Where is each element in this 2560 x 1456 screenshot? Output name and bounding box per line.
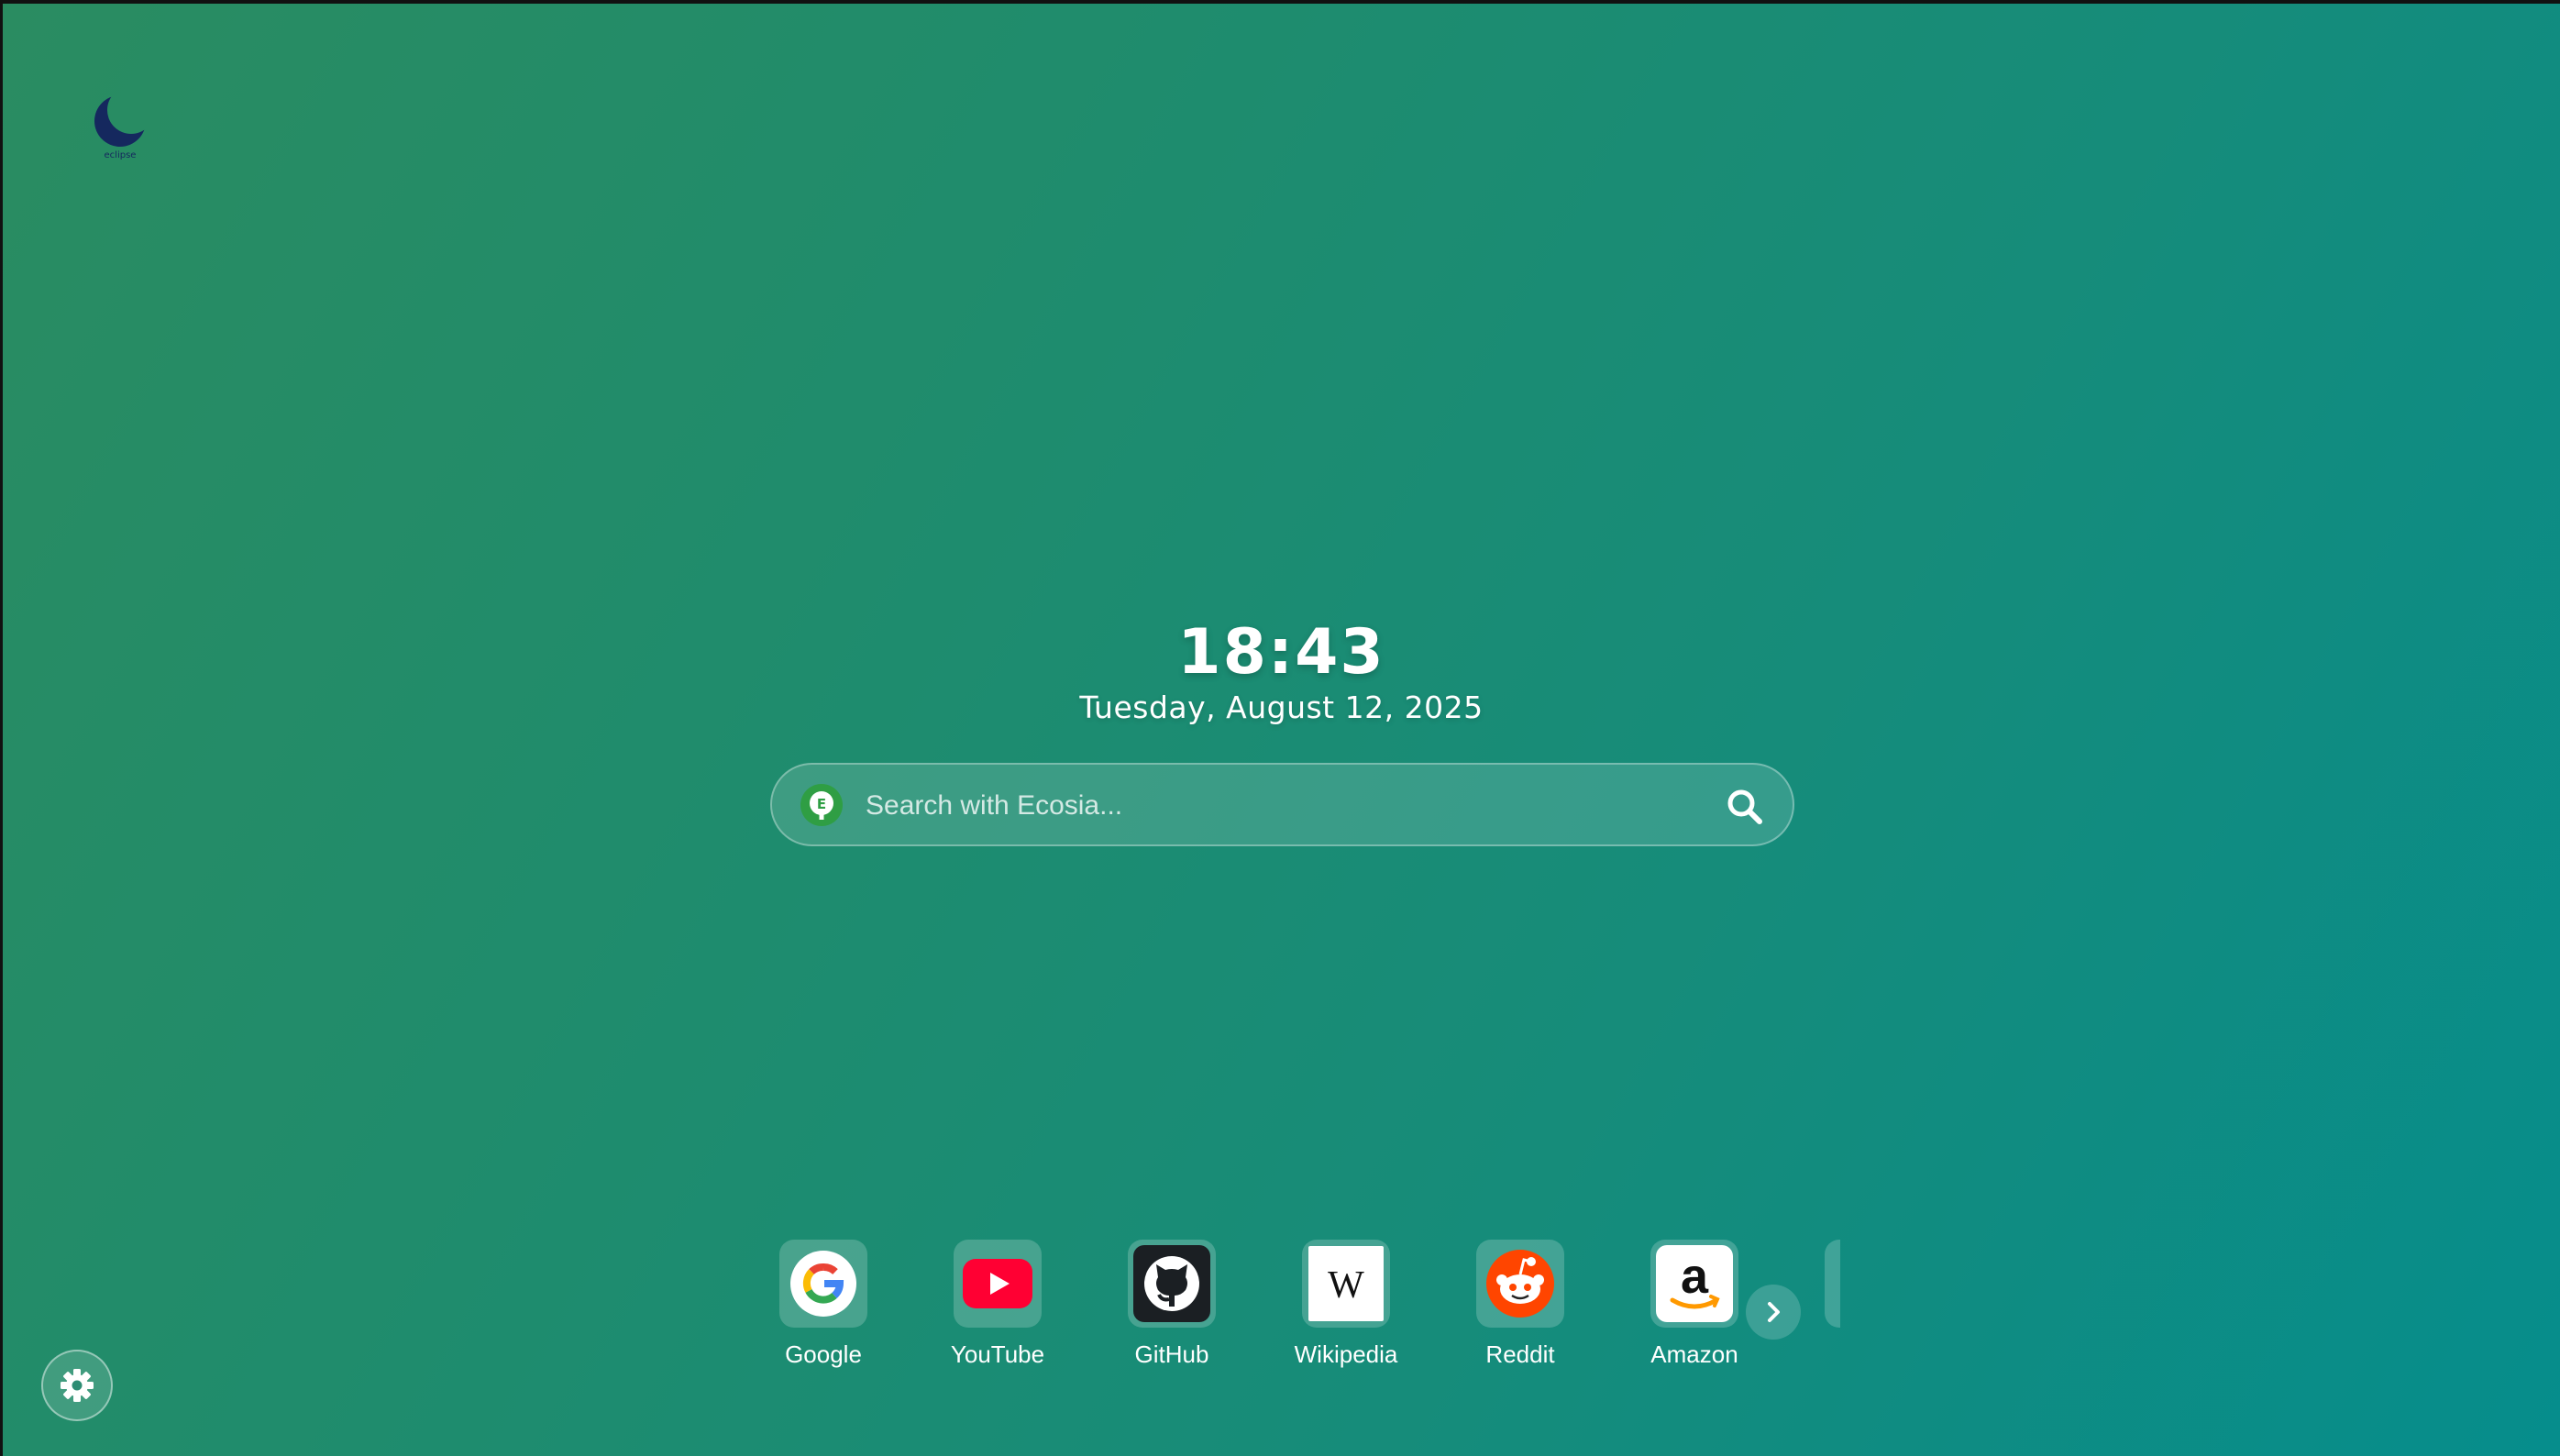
shortcut-github[interactable]: GitHub [1103, 1240, 1241, 1369]
shortcut-tile [1476, 1240, 1564, 1328]
shortcut-label: GitHub [1134, 1340, 1209, 1368]
shortcuts-row: Google YouTube GitHub W Wikipedia Reddit… [755, 1240, 1840, 1377]
shortcut-reddit[interactable]: Reddit [1451, 1240, 1589, 1369]
gear-icon [61, 1369, 94, 1402]
search-input[interactable] [864, 778, 1693, 834]
youtube-icon [959, 1245, 1036, 1322]
svg-text:E: E [817, 796, 826, 812]
svg-text:a: a [1681, 1249, 1709, 1304]
clock-date: Tuesday, August 12, 2025 [1079, 689, 1484, 725]
ecosia-icon[interactable]: E [800, 783, 844, 827]
shortcut-label: Reddit [1485, 1340, 1555, 1368]
shortcut-google[interactable]: Google [755, 1240, 892, 1369]
shortcut-tile: a [1650, 1240, 1738, 1328]
wikipedia-icon: W [1308, 1246, 1384, 1321]
clock-time: 18:43 [1177, 616, 1385, 689]
shortcut-label: Amazon [1650, 1340, 1738, 1368]
shortcut-tile [1128, 1240, 1216, 1328]
search-bar[interactable]: E [770, 763, 1794, 846]
shortcut-amazon[interactable]: a Amazon [1626, 1240, 1763, 1369]
moon-icon [94, 95, 146, 147]
shortcut-wikipedia[interactable]: W Wikipedia [1277, 1240, 1415, 1369]
reddit-icon [1482, 1245, 1559, 1322]
shortcut-tile: W [1302, 1240, 1390, 1328]
shortcut-label: Wikipedia [1294, 1340, 1398, 1368]
amazon-icon: a [1656, 1245, 1733, 1322]
settings-button[interactable] [41, 1350, 113, 1421]
github-icon [1133, 1245, 1210, 1322]
shortcut-partial[interactable]: L [1800, 1240, 1840, 1369]
shortcut-label: Google [785, 1340, 862, 1368]
shortcut-label: L [1800, 1340, 1840, 1369]
search-icon[interactable] [1725, 787, 1765, 827]
chevron-right-icon [1768, 1302, 1780, 1322]
shortcut-tile [954, 1240, 1042, 1328]
new-tab-page: eclipse 18:43 Tuesday, August 12, 2025 E [3, 4, 2560, 1456]
eclipse-logo: eclipse [87, 88, 153, 171]
shortcut-tile [779, 1240, 867, 1328]
svg-text:W: W [1328, 1264, 1364, 1307]
partial-shortcut-icon [1825, 1240, 1840, 1328]
shortcut-label: YouTube [950, 1340, 1045, 1368]
logo-text: eclipse [104, 150, 137, 160]
shortcuts-next-button[interactable] [1746, 1285, 1801, 1340]
shortcut-youtube[interactable]: YouTube [929, 1240, 1066, 1369]
google-icon [790, 1251, 856, 1317]
